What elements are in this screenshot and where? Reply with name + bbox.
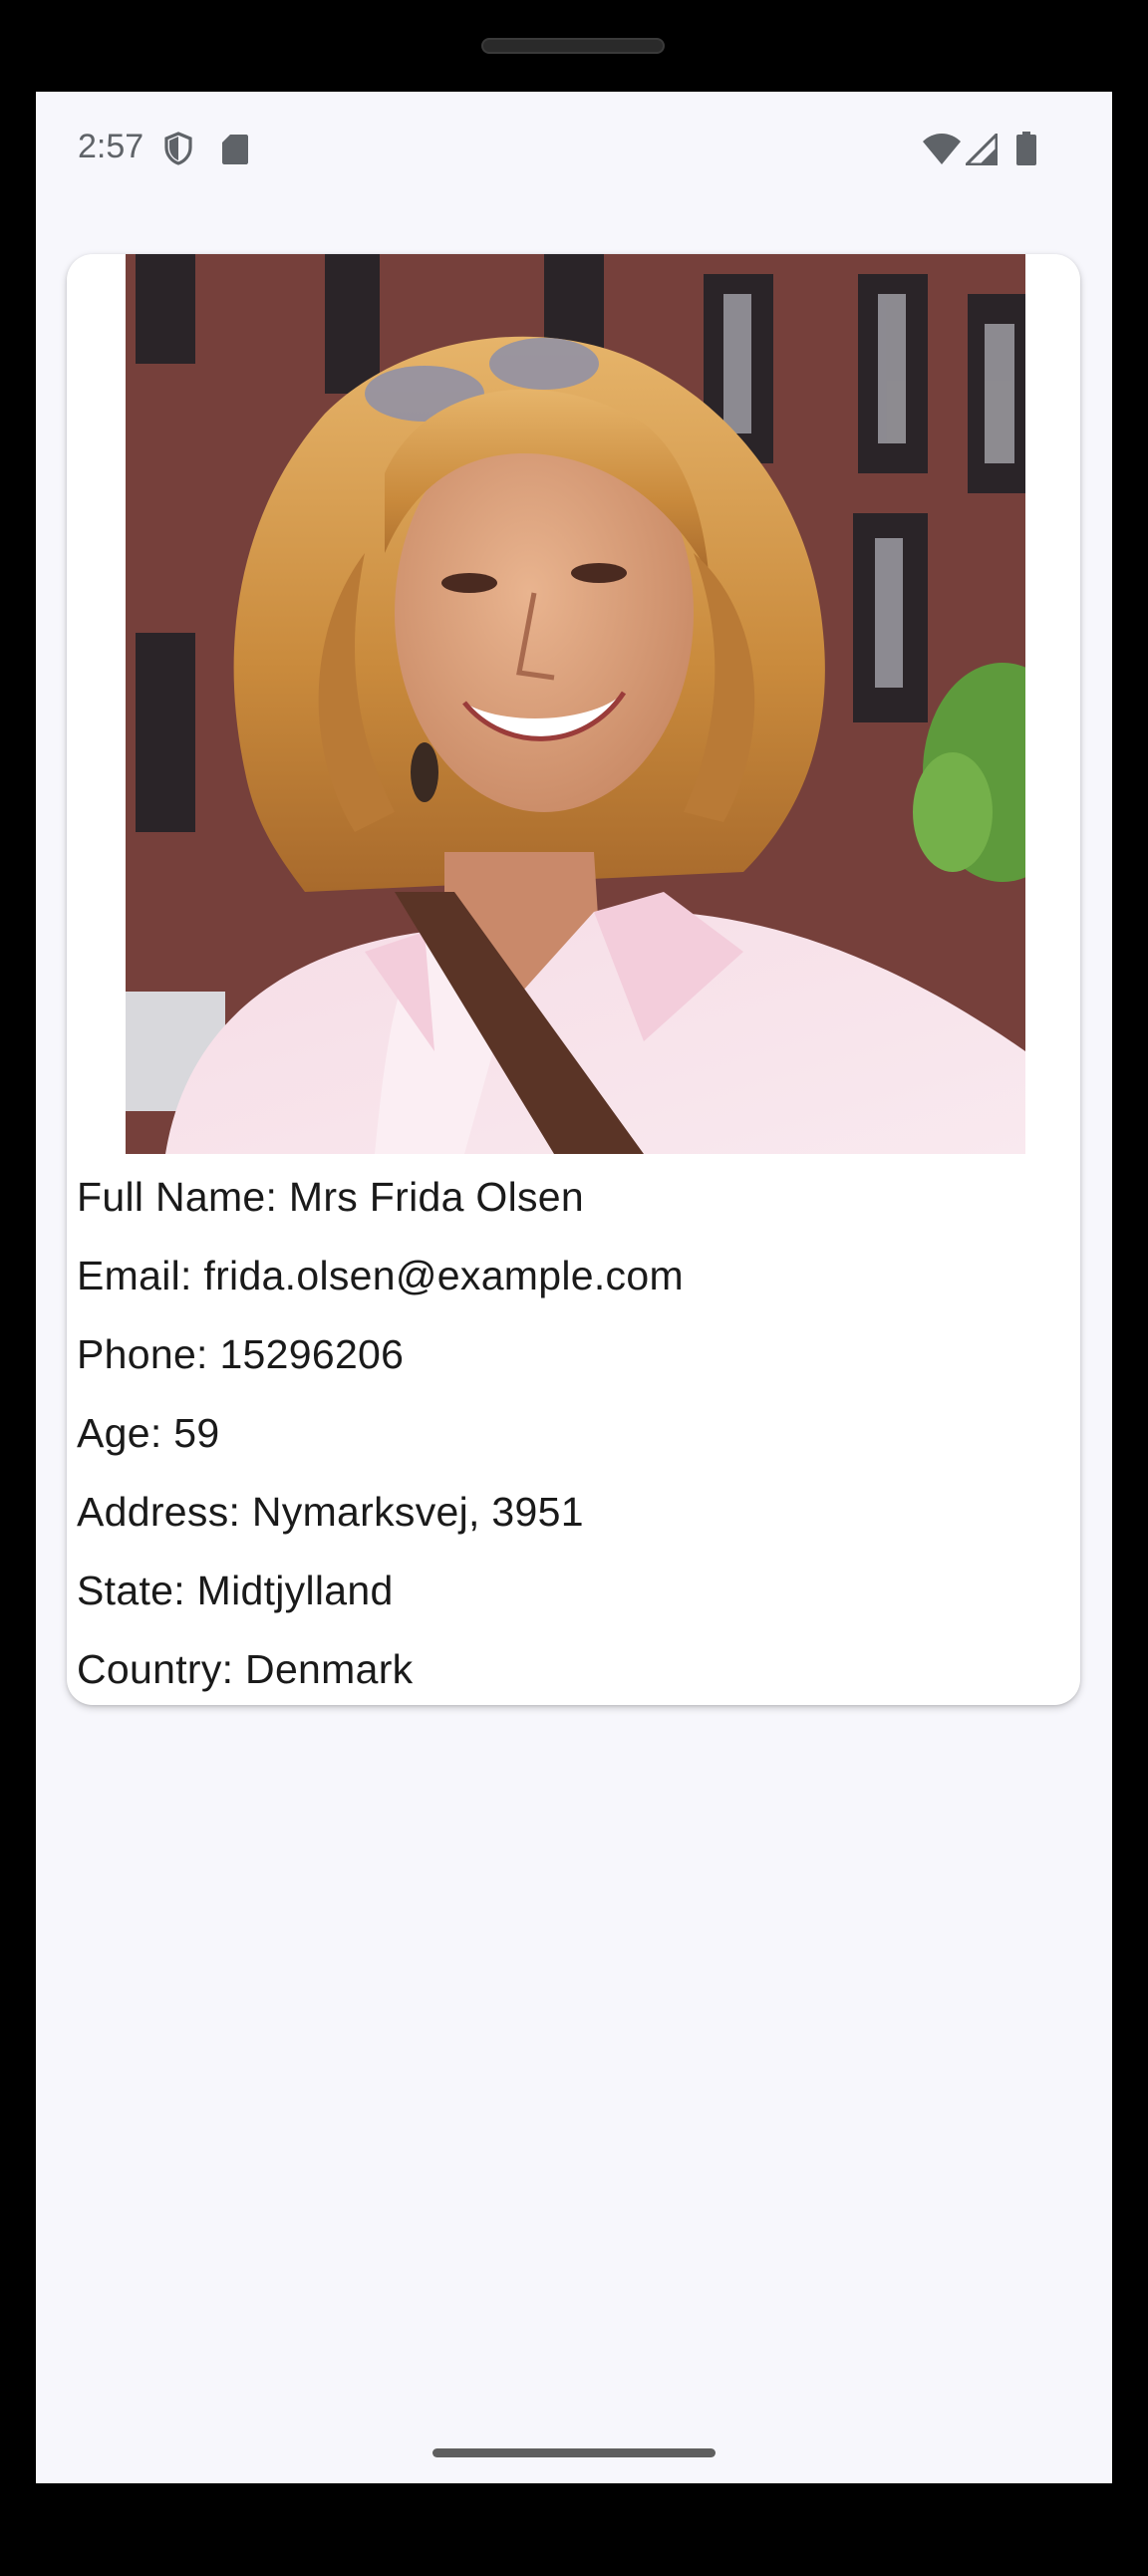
- status-bar: 2:57: [36, 92, 1112, 211]
- state-text: State: Midtjylland: [77, 1568, 394, 1613]
- phone-text: Phone: 15296206: [77, 1331, 405, 1377]
- sd-card-icon: [222, 135, 248, 169]
- address-text: Address: Nymarksvej, 3951: [77, 1489, 584, 1535]
- shield-icon: [163, 132, 193, 170]
- cellular-signal-icon: [963, 131, 999, 170]
- status-time: 2:57: [78, 128, 144, 165]
- device-frame: 2:57 Full Name: Mrs Frida Olsen Email: f…: [0, 0, 1148, 2576]
- age-text: Age: 59: [77, 1410, 220, 1456]
- battery-icon: [1016, 132, 1036, 170]
- earpiece-speaker: [481, 38, 665, 54]
- wifi-icon: [923, 134, 961, 170]
- screen: 2:57 Full Name: Mrs Frida Olsen Email: f…: [36, 92, 1112, 2483]
- home-gesture-bar[interactable]: [432, 2448, 716, 2457]
- email-text: Email: frida.olsen@example.com: [77, 1253, 684, 1298]
- country-text: Country: Denmark: [77, 1646, 414, 1692]
- full-name-text: Full Name: Mrs Frida Olsen: [77, 1174, 585, 1220]
- profile-photo: [126, 254, 1025, 1154]
- profile-card: Full Name: Mrs Frida Olsen Email: frida.…: [67, 254, 1080, 1705]
